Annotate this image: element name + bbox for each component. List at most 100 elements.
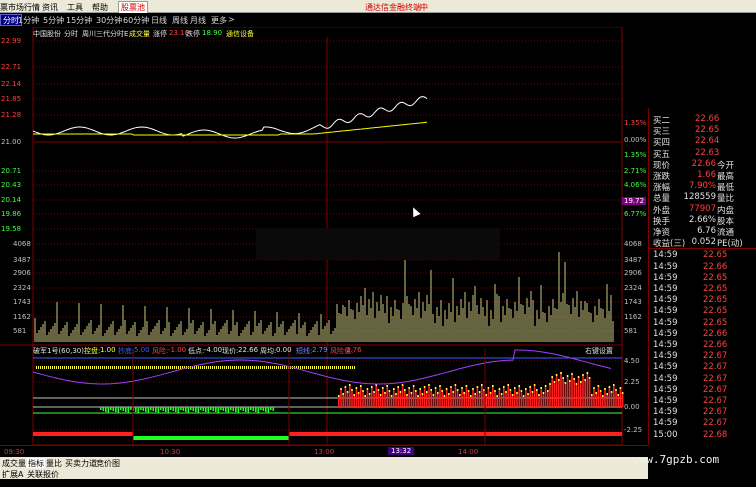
yellow-cap [522,395,525,397]
menu-market[interactable]: 票市场行情 [0,2,40,13]
yellow-dot [312,366,313,369]
yellow-dot [350,366,351,369]
stat-value: 2.66% [688,214,716,225]
yellow-dot [78,366,79,369]
indicator-label: 现价: [222,347,239,355]
terminal-link[interactable]: 通达信金融终端 [365,2,421,13]
yellow-dot [130,366,131,369]
yellow-cap [357,392,360,394]
period-tab-3[interactable]: 15分钟 [66,15,92,26]
green-histogram-bar [255,407,257,412]
period-tab-8[interactable]: 月线 [190,15,206,26]
red-histogram-bar [555,376,558,407]
green-histogram-bar [115,407,117,412]
red-histogram-bar [419,390,421,407]
stat-value: 6.76 [697,226,716,236]
price-tick-left: 21.28 [1,111,22,119]
period-tab-10[interactable]: > [228,15,235,24]
yellow-dot [98,366,99,369]
green-histogram-bar [180,407,182,410]
indicator-value: -1.00 [168,346,187,354]
red-histogram-bar [604,390,606,407]
volume-tick-right: 2906 [624,269,642,277]
red-histogram-bar [353,396,355,407]
yellow-dot [72,366,73,369]
stat-label-2: PE(动) [717,239,743,250]
yellow-dot [92,366,93,369]
yellow-cap [362,390,364,392]
menu-help[interactable]: 帮助 [92,2,108,13]
yellow-dot [226,366,227,369]
yellow-cap [588,377,591,379]
period-tab-7[interactable]: 周线 [172,15,188,26]
yellow-cap [465,385,468,387]
red-histogram-bar [375,386,377,407]
red-histogram-bar [399,393,402,407]
stat-label-2: 最高 [717,172,735,182]
yellow-dot [120,366,121,369]
menu-tools[interactable]: 工具 [67,2,83,13]
price-tick-left: 22.99 [1,37,22,45]
period-tab-5[interactable]: 60分钟 [123,15,149,26]
yellow-cap [346,391,349,393]
green-histogram-bar [157,407,160,413]
period-tab-2[interactable]: 5分钟 [43,15,64,26]
yellow-dot [164,366,165,369]
green-histogram-bar [250,407,252,410]
red-histogram-bar [560,374,562,407]
yellow-dot [342,366,343,369]
yellow-cap [516,392,518,394]
yellow-cap [529,386,531,388]
red-histogram-bar [423,388,426,407]
green-histogram-bar [217,407,220,413]
yellow-dot [304,366,305,369]
time-tick: 10:30 [160,448,181,456]
yellow-cap [388,390,391,392]
red-histogram-bar [553,383,556,407]
extension-tab-0[interactable]: 扩展A [2,469,23,480]
yellow-dot [320,366,321,369]
extension-tab-1[interactable]: 关联报价 [27,469,59,480]
period-tab-9[interactable]: 更多 [211,15,227,26]
yellow-dot [64,366,65,369]
red-histogram-bar [481,386,483,407]
period-tab-6[interactable]: 日线 [151,15,167,26]
yellow-dot [66,366,67,369]
green-histogram-bar [152,407,155,411]
yellow-dot [198,366,199,369]
green-histogram-bar [100,407,102,410]
green-histogram-bar [112,407,115,411]
red-histogram-bar [606,395,608,407]
green-histogram-bar [182,407,185,411]
stat-value: 77907 [688,203,716,214]
yellow-dot [268,366,269,369]
green-histogram-bar [232,407,235,411]
indicator-label: 低点: [188,347,205,355]
red-histogram-bar [533,386,536,407]
green-histogram-bar [170,407,172,410]
red-histogram-bar [412,387,415,407]
tick-time: 14:59 [653,306,678,317]
tick-time: 14:59 [653,362,678,373]
green-histogram-bar [260,407,262,410]
yellow-dot [256,366,257,369]
yellow-dot [138,366,139,369]
period-tab-1[interactable]: 1分钟 [18,15,39,26]
yellow-dot [202,366,203,369]
yellow-dot [80,366,81,369]
yellow-cap [492,385,494,387]
pct-tick-right: 4.06% [624,181,647,189]
red-histogram-bar [536,391,538,407]
period-tab-4[interactable]: 30分钟 [96,15,122,26]
yellow-dot [326,366,327,369]
yellow-cap [459,394,461,396]
yellow-dot [334,366,335,369]
green-histogram-bar [197,407,200,413]
yellow-cap [591,394,593,396]
menu-news[interactable]: 资讯 [42,2,58,13]
green-histogram-bar [145,407,147,412]
red-histogram-bar [452,393,454,407]
tick-time: 14:59 [653,373,678,384]
tick-time: 14:59 [653,261,678,272]
tick-price: 22.67 [703,384,728,395]
